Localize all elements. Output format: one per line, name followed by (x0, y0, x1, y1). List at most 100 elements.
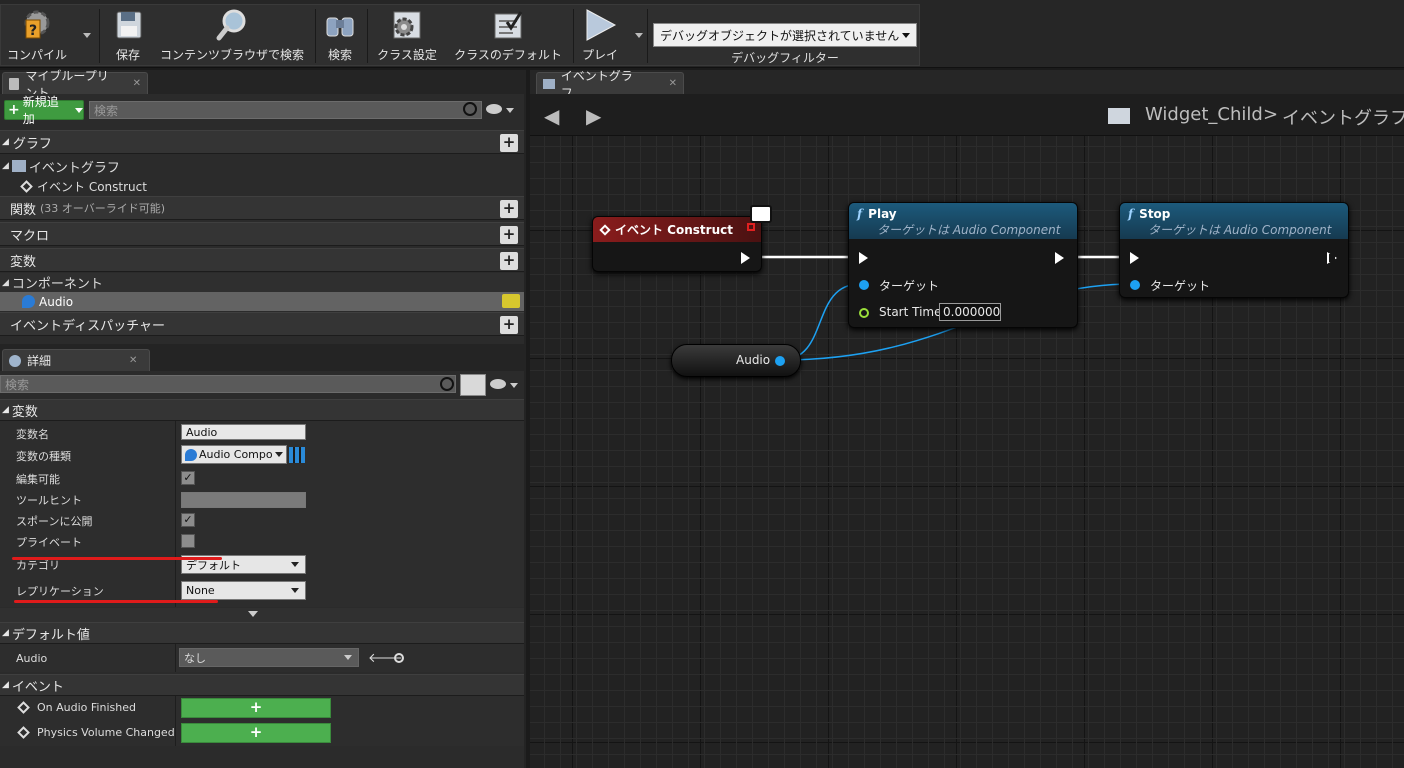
add-new-button[interactable]: + 新規追加 (4, 95, 84, 126)
container-type-grid-icon[interactable] (289, 447, 305, 463)
variables-section-header[interactable]: 変数 + (0, 248, 524, 272)
collapse-triangle-icon: ◢ (2, 680, 9, 690)
event-diamond-icon (17, 701, 30, 714)
view-options-chevron-icon[interactable] (506, 108, 514, 113)
close-icon[interactable]: ✕ (133, 78, 141, 89)
event-construct-title: イベント Construct (615, 223, 733, 237)
exec-out-pin-icon[interactable] (1327, 252, 1337, 264)
breadcrumb-separator: > (1263, 104, 1279, 125)
add-dispatcher-button[interactable]: + (500, 316, 518, 334)
exec-out-pin-icon[interactable] (1055, 252, 1064, 264)
my-blueprint-search-input[interactable]: 検索 (89, 101, 482, 119)
output-pin-icon[interactable] (775, 356, 785, 366)
graph-icon (11, 160, 26, 172)
graph-icon (543, 78, 555, 89)
advanced-expander[interactable] (0, 608, 524, 622)
left-column: マイブループリント ✕ + 新規追加 検索 ◢ グラフ + ◢ イベントグラフ … (0, 69, 526, 768)
private-label: プライベート (16, 536, 82, 549)
editable-checkbox[interactable]: ✓ (181, 471, 195, 485)
stop-target-pin-label: ターゲット (1150, 279, 1211, 293)
graphs-section-header[interactable]: ◢ グラフ + (0, 130, 524, 154)
breadcrumb-blueprint[interactable]: Widget_Child (1145, 104, 1263, 125)
search-icon[interactable] (463, 102, 477, 116)
var-name-label: 変数名 (16, 428, 49, 441)
expose-on-spawn-checkbox[interactable]: ✓ (181, 513, 195, 527)
expand-arrow-icon (248, 611, 258, 617)
default-value-section-header[interactable]: ◢ デフォルト値 (0, 622, 524, 644)
tree-item-audio-variable[interactable]: Audio (0, 292, 524, 311)
var-name-input[interactable]: Audio (181, 424, 306, 440)
start-time-pin-label: Start Time (879, 305, 942, 319)
add-on-audio-finished-button[interactable]: + (181, 698, 331, 718)
tree-item-event-graph[interactable]: ◢ イベントグラフ (0, 156, 524, 176)
add-physics-volume-changed-button[interactable]: + (181, 723, 331, 743)
add-variable-button[interactable]: + (500, 252, 518, 270)
stop-node-header: f Stop ターゲットは Audio Component (1120, 203, 1348, 239)
default-audio-select[interactable]: なし (179, 648, 359, 667)
default-audio-label: Audio (16, 652, 48, 665)
tree-item-components[interactable]: ◢ コンポーネント (0, 273, 524, 292)
chevron-down-icon (902, 32, 910, 38)
var-type-select[interactable]: Audio Component (181, 445, 287, 464)
tab-details[interactable]: 詳細 ✕ (2, 349, 150, 371)
class-defaults-button[interactable]: クラスのデフォルト (449, 5, 567, 67)
play-button[interactable]: プレイ (577, 5, 623, 67)
target-pin-icon[interactable] (1130, 280, 1140, 290)
eye-icon[interactable] (490, 379, 506, 389)
tab-event-graph[interactable]: イベントグラフ ✕ (536, 70, 684, 100)
back-arrow-icon[interactable]: ◀ (544, 104, 559, 128)
audio-component-icon (22, 295, 35, 308)
events-section-header[interactable]: ◢ イベント (0, 674, 524, 696)
exec-in-pin-icon[interactable] (859, 252, 868, 264)
play-options-chevron-icon[interactable] (635, 33, 643, 38)
start-time-input[interactable]: 0.000000 (939, 303, 1001, 321)
compile-options-chevron-icon[interactable] (83, 33, 91, 38)
compile-button[interactable]: ? コンパイル (3, 5, 71, 67)
play-node-title: Play (868, 207, 897, 221)
add-graph-button[interactable]: + (500, 134, 518, 152)
browse-search-icon[interactable] (394, 653, 404, 663)
close-icon[interactable]: ✕ (669, 78, 677, 89)
class-settings-button[interactable]: クラス設定 (371, 5, 443, 67)
functions-section-header[interactable]: 関数 (33 オーバーライド可能) + (0, 196, 524, 220)
add-function-button[interactable]: + (500, 200, 518, 218)
variable-properties: 変数名 Audio 変数の種類 Audio Component 編集可能 ✓ ツ… (0, 421, 524, 607)
tooltip-input[interactable] (181, 492, 306, 508)
save-button[interactable]: 保存 (103, 5, 153, 67)
search-button[interactable]: 検索 (319, 5, 361, 67)
variable-section-header[interactable]: ◢ 変数 (0, 399, 524, 421)
dispatchers-section-header[interactable]: イベントディスパッチャー + (0, 312, 524, 336)
search-icon[interactable] (440, 377, 454, 391)
target-pin-icon[interactable] (859, 280, 869, 290)
play-function-node[interactable]: f Play ターゲットは Audio Component ターゲット Start… (848, 202, 1078, 328)
close-icon[interactable]: ✕ (129, 355, 137, 366)
property-matrix-icon[interactable] (460, 374, 486, 396)
debug-object-select[interactable]: デバッグオブジェクトが選択されていません (653, 23, 917, 47)
delegate-pin-icon[interactable] (747, 223, 755, 231)
graph-canvas[interactable]: イベント Construct f Play ターゲットは Audio Compon… (530, 136, 1404, 768)
tab-my-blueprint[interactable]: マイブループリント ✕ (2, 69, 148, 100)
binoculars-icon (323, 8, 357, 42)
event-construct-node[interactable]: イベント Construct (592, 216, 762, 272)
start-time-pin-icon[interactable] (859, 308, 869, 318)
visibility-eye-icon[interactable] (502, 294, 520, 308)
forward-arrow-icon[interactable]: ▶ (586, 104, 601, 128)
event-construct-header: イベント Construct (593, 217, 761, 242)
save-label: 保存 (115, 48, 140, 62)
exec-in-pin-icon[interactable] (1130, 252, 1139, 264)
details-search-input[interactable]: 検索 (0, 375, 456, 393)
add-macro-button[interactable]: + (500, 226, 518, 244)
exec-out-pin-icon[interactable] (741, 252, 750, 264)
audio-variable-node[interactable]: Audio (671, 344, 801, 377)
replication-select[interactable]: None (181, 581, 306, 600)
eye-icon[interactable] (486, 104, 502, 114)
stop-function-node[interactable]: f Stop ターゲットは Audio Component ターゲット (1119, 202, 1349, 298)
stop-node-subtitle: ターゲットは Audio Component (1148, 223, 1332, 237)
event-diamond-icon (20, 179, 33, 193)
var-type-label: 変数の種類 (16, 450, 71, 463)
view-options-chevron-icon[interactable] (510, 383, 518, 388)
find-in-content-browser-button[interactable]: コンテンツブラウザで検索 (157, 5, 307, 67)
tree-item-event-construct[interactable]: イベント Construct (0, 176, 524, 196)
private-checkbox[interactable] (181, 534, 195, 548)
macros-section-header[interactable]: マクロ + (0, 222, 524, 246)
